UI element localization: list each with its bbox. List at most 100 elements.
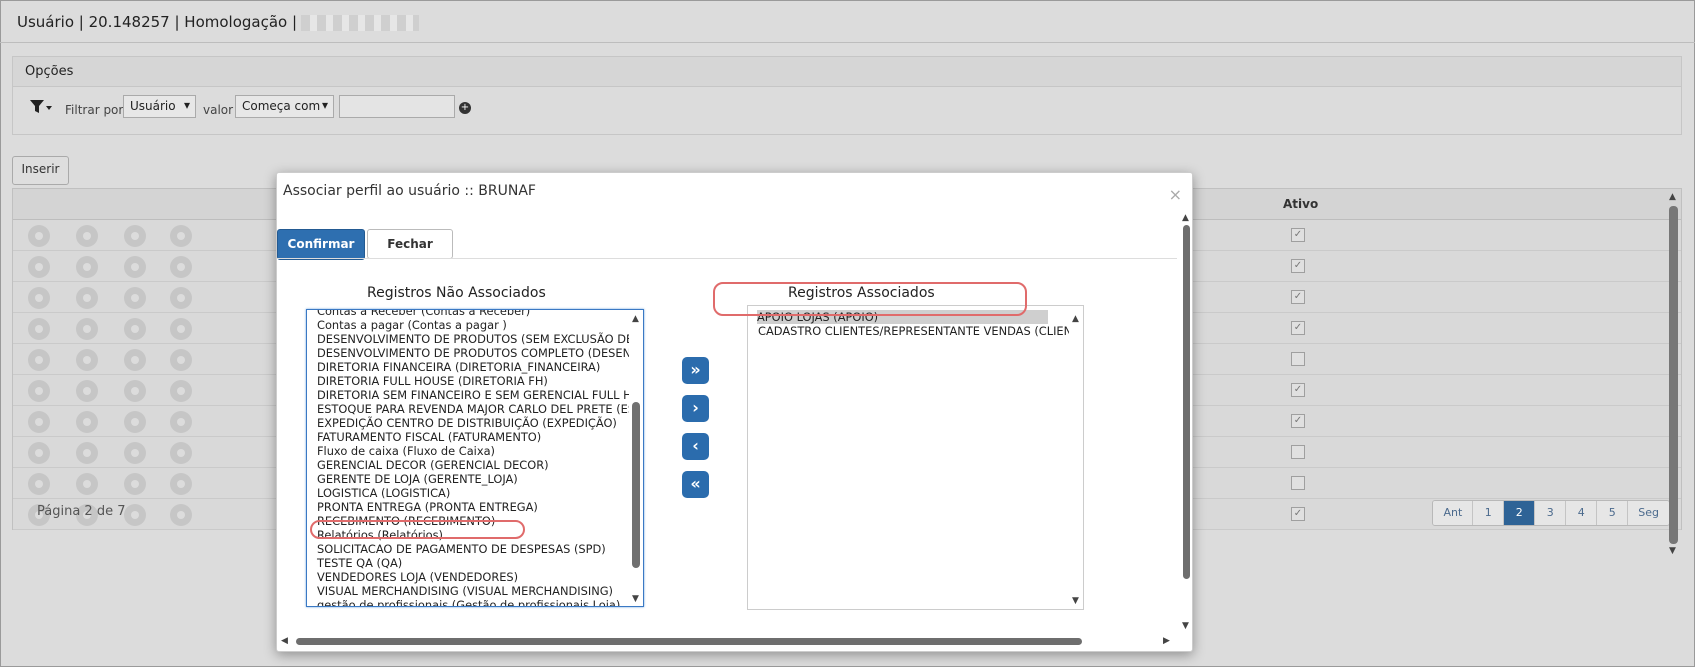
edit-icon[interactable]	[76, 318, 98, 340]
history-icon[interactable]	[170, 411, 192, 433]
list-scroll-up-icon[interactable]: ▲	[632, 312, 639, 326]
scroll-down-icon[interactable]: ▼	[1669, 546, 1676, 556]
view-icon[interactable]	[28, 473, 50, 495]
list-item[interactable]: SOLICITACAO DE PAGAMENTO DE DESPESAS (SP…	[307, 542, 643, 556]
list-scroll-up-icon[interactable]: ▲	[1072, 312, 1079, 326]
page-header: Usuário | 20.148257 | Homologação |	[0, 0, 1695, 43]
add-filter-icon[interactable]: +	[459, 102, 471, 114]
page-link[interactable]: 5	[1597, 501, 1629, 525]
list-item[interactable]: DESENVOLVIMENTO DE PRODUTOS (SEM EXCLUSÃ…	[307, 332, 643, 346]
filter-field-select[interactable]: Usuário	[123, 95, 196, 118]
move-all-left-button[interactable]: «	[682, 471, 709, 498]
list-scroll-down-icon[interactable]: ▼	[1072, 594, 1079, 608]
search-value-input[interactable]	[339, 95, 455, 118]
settings-icon[interactable]	[124, 256, 146, 278]
edit-icon[interactable]	[76, 349, 98, 371]
close-icon[interactable]: ×	[1169, 185, 1182, 204]
history-icon[interactable]	[170, 442, 192, 464]
dialog-scroll-up-icon[interactable]: ▲	[1182, 213, 1189, 223]
confirm-button[interactable]: Confirmar	[277, 229, 365, 260]
page-link[interactable]: 2	[1504, 501, 1536, 525]
list-item[interactable]: DIRETORIA FULL HOUSE (DIRETORIA FH)	[307, 374, 643, 388]
edit-icon[interactable]	[76, 473, 98, 495]
move-all-right-button[interactable]: »	[682, 357, 709, 384]
settings-icon[interactable]	[124, 473, 146, 495]
view-icon[interactable]	[28, 349, 50, 371]
settings-icon[interactable]	[124, 287, 146, 309]
view-icon[interactable]	[28, 411, 50, 433]
unassociated-items: Contas a Receber (Contas a Receber) Conta…	[307, 310, 643, 606]
dialog-scroll-right-icon[interactable]: ▶	[1163, 636, 1170, 646]
list-item[interactable]: Fluxo de caixa (Fluxo de Caixa)	[307, 444, 643, 458]
associated-list[interactable]: APOIO LOJAS (APOIO) CADASTRO CLIENTES/REP…	[747, 305, 1084, 610]
list-item[interactable]: GERENTE DE LOJA (GERENTE_LOJA)	[307, 472, 643, 486]
settings-icon[interactable]	[124, 318, 146, 340]
settings-icon[interactable]	[124, 349, 146, 371]
list-item[interactable]: CADASTRO CLIENTES/REPRESENTANTE VENDAS (…	[748, 324, 1083, 338]
move-right-button[interactable]: ›	[682, 395, 709, 422]
dialog-vertical-scrollbar[interactable]: ▲ ▼	[1181, 213, 1192, 635]
scroll-up-icon[interactable]: ▲	[1669, 192, 1676, 202]
list-item[interactable]: Contas a pagar (Contas a pagar )	[307, 318, 643, 332]
filter-icon[interactable]	[29, 99, 53, 115]
page-link[interactable]: 1	[1473, 501, 1505, 525]
view-icon[interactable]	[28, 256, 50, 278]
unassociated-scroll-thumb[interactable]	[632, 402, 640, 568]
list-item[interactable]: VISUAL MERCHANDISING (VISUAL MERCHANDISI…	[307, 584, 643, 598]
list-item[interactable]: GERENCIAL DECOR (GERENCIAL DECOR)	[307, 458, 643, 472]
edit-icon[interactable]	[76, 411, 98, 433]
list-item[interactable]: ESTOQUE PARA REVENDA MAJOR CARLO DEL PRE…	[307, 402, 643, 416]
page-link[interactable]: 3	[1535, 501, 1567, 525]
edit-icon[interactable]	[76, 225, 98, 247]
history-icon[interactable]	[170, 349, 192, 371]
history-icon[interactable]	[170, 473, 192, 495]
dialog-scroll-down-icon[interactable]: ▼	[1182, 621, 1189, 631]
list-item[interactable]: LOGISTICA (LOGISTICA)	[307, 486, 643, 500]
dialog-horizontal-thumb[interactable]	[296, 638, 1082, 645]
settings-icon[interactable]	[124, 380, 146, 402]
list-item[interactable]: gestão de profissionais (Gestão de profi…	[307, 598, 643, 606]
list-scroll-down-icon[interactable]: ▼	[632, 592, 639, 606]
history-icon[interactable]	[170, 256, 192, 278]
view-icon[interactable]	[28, 225, 50, 247]
list-item[interactable]: EXPEDIÇÃO CENTRO DE DISTRIBUIÇÃO (EXPEDI…	[307, 416, 643, 430]
list-item[interactable]: DIRETORIA SEM FINANCEIRO E SEM GERENCIAL…	[307, 388, 643, 402]
page-link[interactable]: 4	[1566, 501, 1598, 525]
edit-icon[interactable]	[76, 287, 98, 309]
edit-icon[interactable]	[76, 256, 98, 278]
view-icon[interactable]	[28, 318, 50, 340]
dialog-vertical-thumb[interactable]	[1183, 225, 1190, 579]
list-item[interactable]: DESENVOLVIMENTO DE PRODUTOS COMPLETO (DE…	[307, 346, 643, 360]
list-item[interactable]: VENDEDORES LOJA (VENDEDORES)	[307, 570, 643, 584]
dialog-scroll-left-icon[interactable]: ◀	[281, 636, 288, 646]
list-item[interactable]: PRONTA ENTREGA (PRONTA ENTREGA)	[307, 500, 643, 514]
edit-icon[interactable]	[76, 442, 98, 464]
close-button[interactable]: Fechar	[367, 229, 453, 259]
page-scrollbar[interactable]: ▲ ▼	[1667, 192, 1681, 558]
history-icon[interactable]	[170, 225, 192, 247]
history-icon[interactable]	[170, 318, 192, 340]
settings-icon[interactable]	[124, 411, 146, 433]
page-scrollbar-thumb[interactable]	[1669, 206, 1678, 544]
page-link[interactable]: Ant	[1433, 501, 1474, 525]
dialog-horizontal-scrollbar[interactable]: ◀ ▶	[277, 631, 1181, 649]
settings-icon[interactable]	[124, 442, 146, 464]
view-icon[interactable]	[28, 380, 50, 402]
insert-button[interactable]: Inserir	[12, 156, 69, 185]
unassociated-scrollbar[interactable]: ▲ ▼	[629, 310, 643, 606]
page-link[interactable]: Seg	[1628, 501, 1669, 525]
history-icon[interactable]	[170, 287, 192, 309]
list-item[interactable]: DIRETORIA FINANCEIRA (DIRETORIA_FINANCEI…	[307, 360, 643, 374]
match-mode-select[interactable]: Começa com	[235, 95, 334, 118]
settings-icon[interactable]	[124, 225, 146, 247]
list-item[interactable]: Contas a Receber (Contas a Receber)	[307, 310, 643, 318]
list-item[interactable]: FATURAMENTO FISCAL (FATURAMENTO)	[307, 430, 643, 444]
move-left-button[interactable]: ‹	[682, 433, 709, 460]
view-icon[interactable]	[28, 442, 50, 464]
associated-scrollbar[interactable]: ▲ ▼	[1069, 306, 1083, 609]
history-icon[interactable]	[170, 380, 192, 402]
list-item[interactable]: TESTE QA (QA)	[307, 556, 643, 570]
edit-icon[interactable]	[76, 380, 98, 402]
unassociated-list[interactable]: Contas a Receber (Contas a Receber) Conta…	[306, 309, 644, 607]
view-icon[interactable]	[28, 287, 50, 309]
